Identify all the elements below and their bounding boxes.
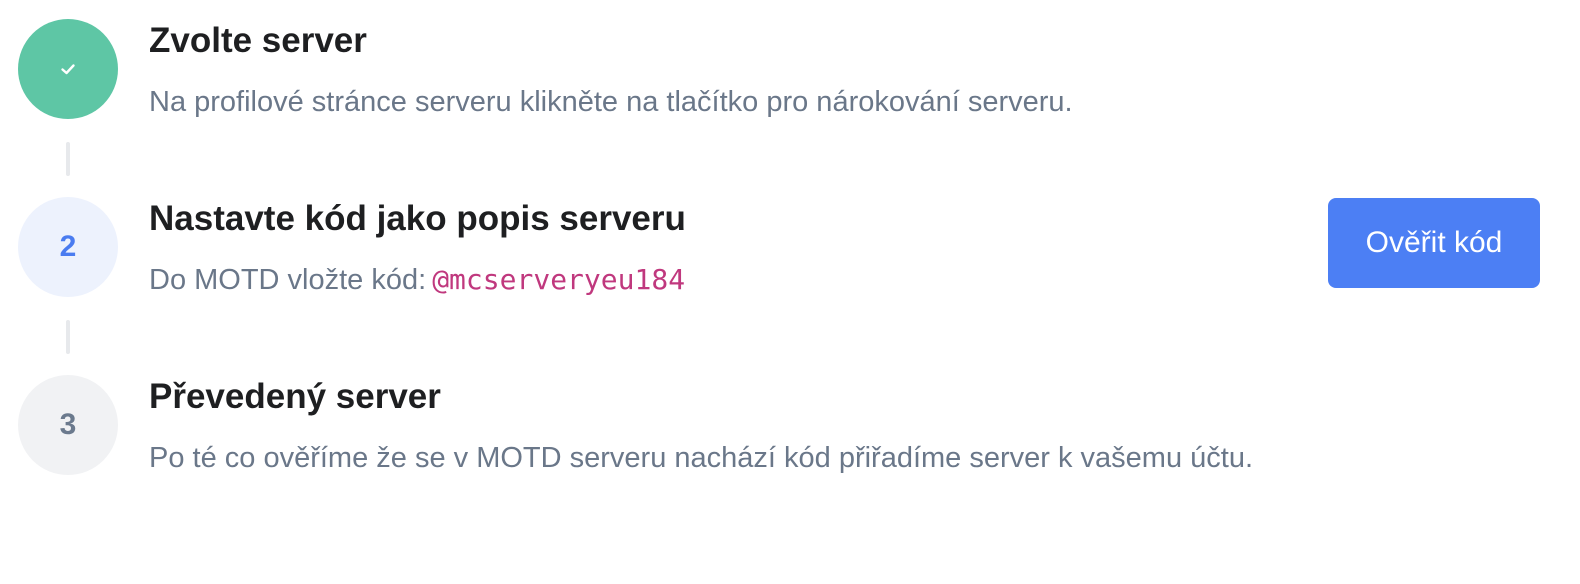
check-icon: [61, 64, 75, 75]
step-3-description: Po té co ověříme že se v MOTD serveru na…: [149, 442, 1254, 474]
verify-code-button[interactable]: Ověřit kód: [1328, 198, 1540, 288]
step-1-title: Zvolte server: [149, 21, 367, 60]
step-1-description: Na profilové stránce serveru klikněte na…: [149, 86, 1073, 118]
step-1-indicator: [18, 19, 118, 119]
step-2-title: Nastavte kód jako popis serveru: [149, 199, 686, 238]
step-3-title: Převedený server: [149, 377, 441, 416]
verification-code: @mcserveryeu184: [432, 263, 686, 296]
step-3-indicator: 3: [18, 375, 118, 475]
server-claim-steps: Zvolte server Na profilové stránce serve…: [0, 0, 1580, 584]
step-2-description-text: Do MOTD vložte kód:: [149, 264, 427, 296]
step-2-indicator: 2: [18, 197, 118, 297]
step-2-description: Do MOTD vložte kód: @mcserveryeu184: [149, 260, 685, 300]
step-connector: [66, 142, 70, 176]
step-connector: [66, 320, 70, 354]
